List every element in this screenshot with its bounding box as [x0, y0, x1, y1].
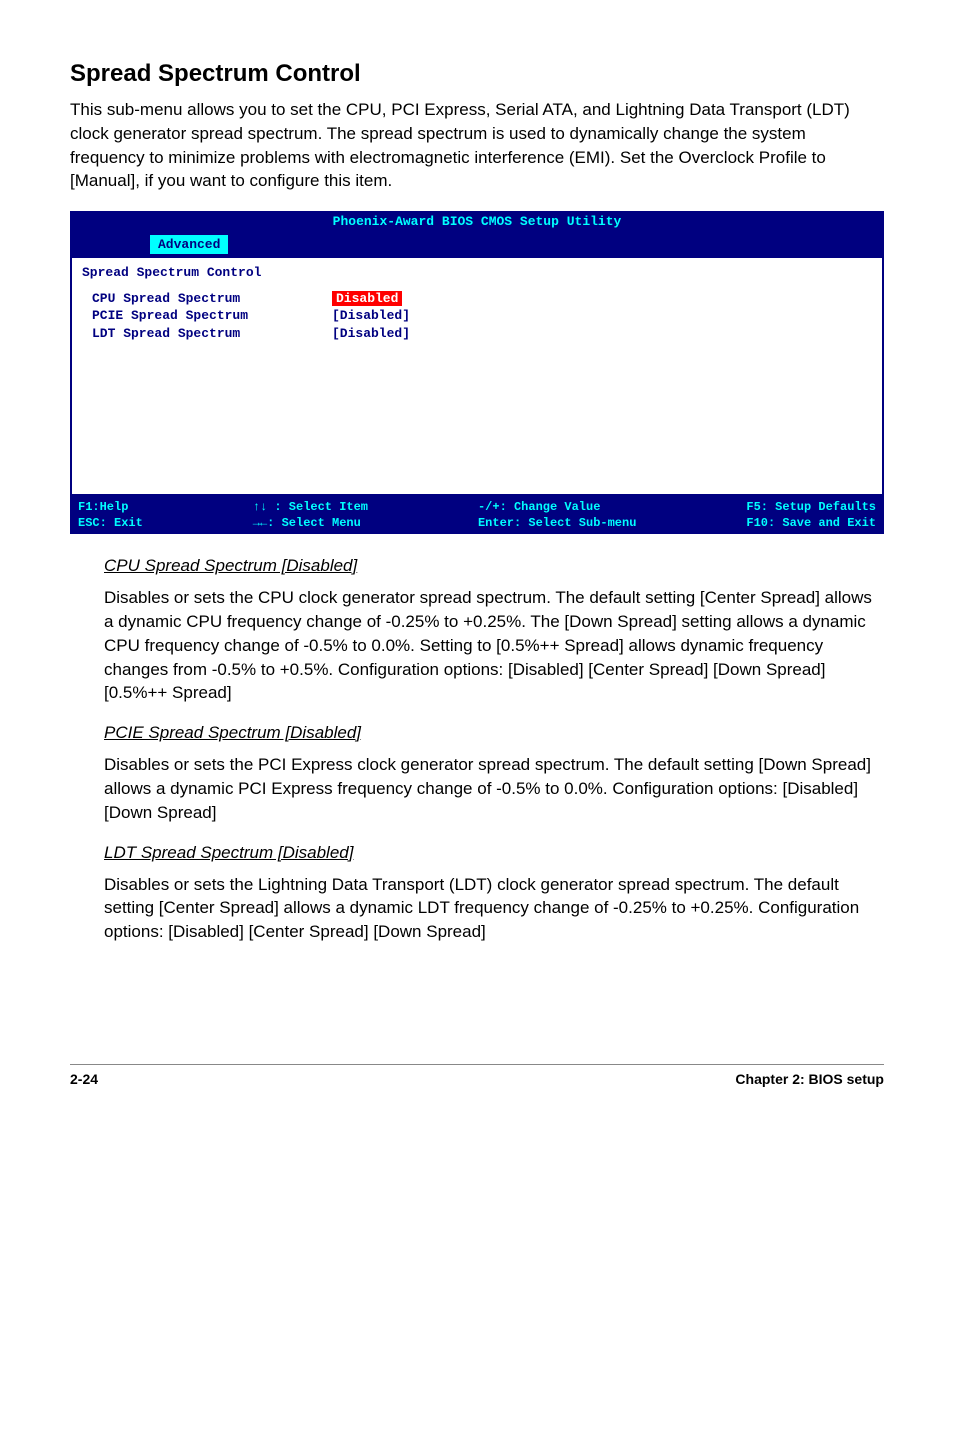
bios-help-text: ↑↓ : Select Item — [253, 500, 368, 514]
intro-text: This sub-menu allows you to set the CPU,… — [70, 98, 884, 193]
bios-help-col: F1:Help ESC: Exit — [78, 499, 143, 531]
bios-help-bar: F1:Help ESC: Exit ↑↓ : Select Item →←: S… — [70, 496, 884, 534]
bios-row: PCIE Spread Spectrum [Disabled] — [82, 307, 872, 325]
bios-body: CPU Spread Spectrum Disabled PCIE Spread… — [70, 286, 884, 496]
item-body-ldt: Disables or sets the Lightning Data Tran… — [104, 873, 884, 944]
bios-row: CPU Spread Spectrum Disabled — [82, 290, 872, 308]
bios-row-value: [Disabled] — [332, 325, 410, 343]
item-body-cpu: Disables or sets the CPU clock generator… — [104, 586, 884, 705]
bios-sub-title: Spread Spectrum Control — [70, 256, 884, 286]
item-heading-pcie: PCIE Spread Spectrum [Disabled] — [104, 723, 884, 743]
bios-help-text: →←: Select Menu — [253, 516, 361, 530]
item-heading-ldt: LDT Spread Spectrum [Disabled] — [104, 843, 884, 863]
bios-row-label: CPU Spread Spectrum — [82, 290, 332, 308]
bios-help-text: F5: Setup Defaults — [746, 500, 876, 514]
bios-help-text: F1:Help — [78, 500, 128, 514]
bios-help-text: Enter: Select Sub-menu — [478, 516, 636, 530]
item-heading-cpu: CPU Spread Spectrum [Disabled] — [104, 556, 884, 576]
footer-chapter: Chapter 2: BIOS setup — [735, 1071, 884, 1087]
bios-row-label: PCIE Spread Spectrum — [82, 307, 332, 325]
bios-help-text: F10: Save and Exit — [746, 516, 876, 530]
bios-row: LDT Spread Spectrum [Disabled] — [82, 325, 872, 343]
bios-row-value: [Disabled] — [332, 307, 410, 325]
bios-row-label: LDT Spread Spectrum — [82, 325, 332, 343]
bios-menu-tab-advanced: Advanced — [150, 235, 228, 255]
bios-help-col: ↑↓ : Select Item →←: Select Menu — [253, 499, 368, 531]
bios-value-highlighted: Disabled — [332, 291, 402, 306]
bios-title: Phoenix-Award BIOS CMOS Setup Utility — [70, 211, 884, 233]
bios-menu-bar: Advanced — [70, 233, 884, 257]
bios-help-col: -/+: Change Value Enter: Select Sub-menu — [478, 499, 636, 531]
bios-help-text: -/+: Change Value — [478, 500, 600, 514]
bios-help-col: F5: Setup Defaults F10: Save and Exit — [746, 499, 876, 531]
bios-screenshot: Phoenix-Award BIOS CMOS Setup Utility Ad… — [70, 211, 884, 534]
bios-row-value: Disabled — [332, 290, 402, 308]
page-footer: 2-24 Chapter 2: BIOS setup — [70, 1064, 884, 1087]
footer-page-number: 2-24 — [70, 1071, 98, 1087]
item-body-pcie: Disables or sets the PCI Express clock g… — [104, 753, 884, 824]
bios-help-text: ESC: Exit — [78, 516, 143, 530]
section-title: Spread Spectrum Control — [70, 60, 884, 88]
